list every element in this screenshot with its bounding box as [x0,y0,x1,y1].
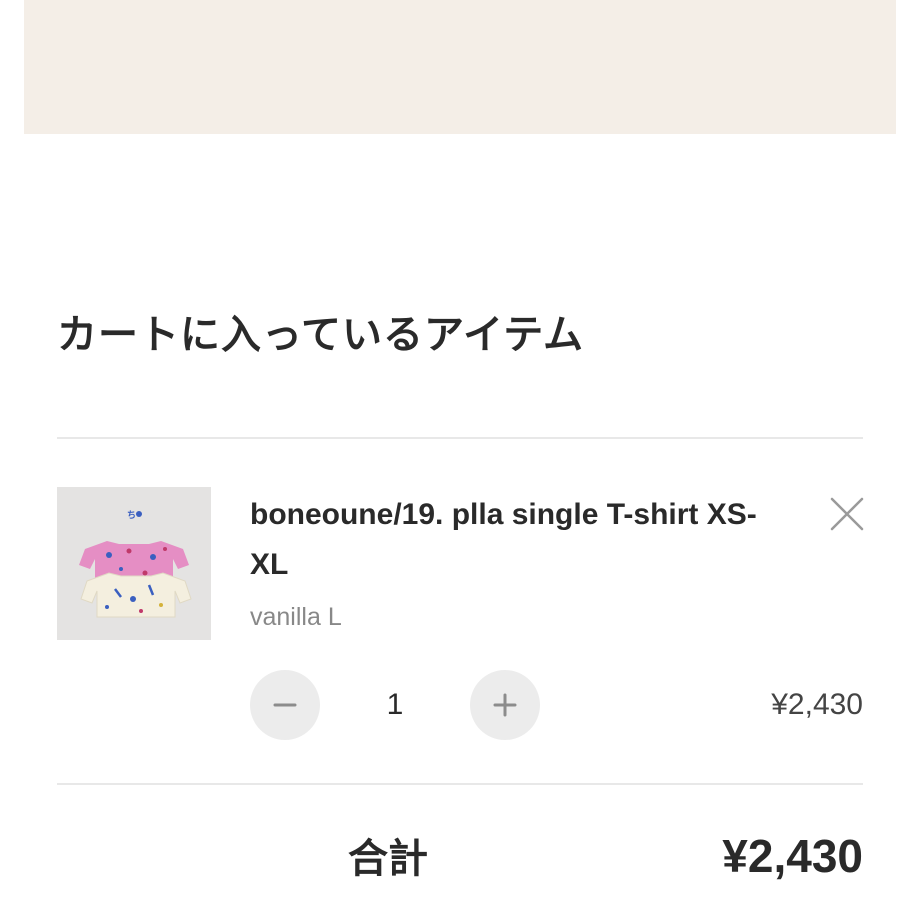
divider [57,437,863,439]
close-icon [830,497,864,531]
cart-title: カートに入っているアイテム [57,313,584,357]
decrease-quantity-button[interactable] [250,670,320,740]
product-variant: vanilla L [250,603,342,631]
quantity-value: 1 [386,688,404,721]
product-image: ち [57,487,211,640]
divider [57,783,863,785]
item-price: ¥2,430 [771,688,863,721]
minus-icon [273,703,297,707]
top-banner [24,0,896,134]
remove-item-button[interactable] [828,495,866,533]
total-price: ¥2,430 [722,830,863,882]
product-thumbnail[interactable]: ち [57,487,211,640]
product-name[interactable]: boneoune/19. plla single T-shirt XS-XL [250,490,790,590]
svg-text:ち: ち [127,510,136,521]
plus-icon [493,693,517,717]
total-label: 合計 [348,837,428,881]
increase-quantity-button[interactable] [470,670,540,740]
cart-page: カートに入っているアイテム ち boneoune/19. plla single… [0,0,920,920]
